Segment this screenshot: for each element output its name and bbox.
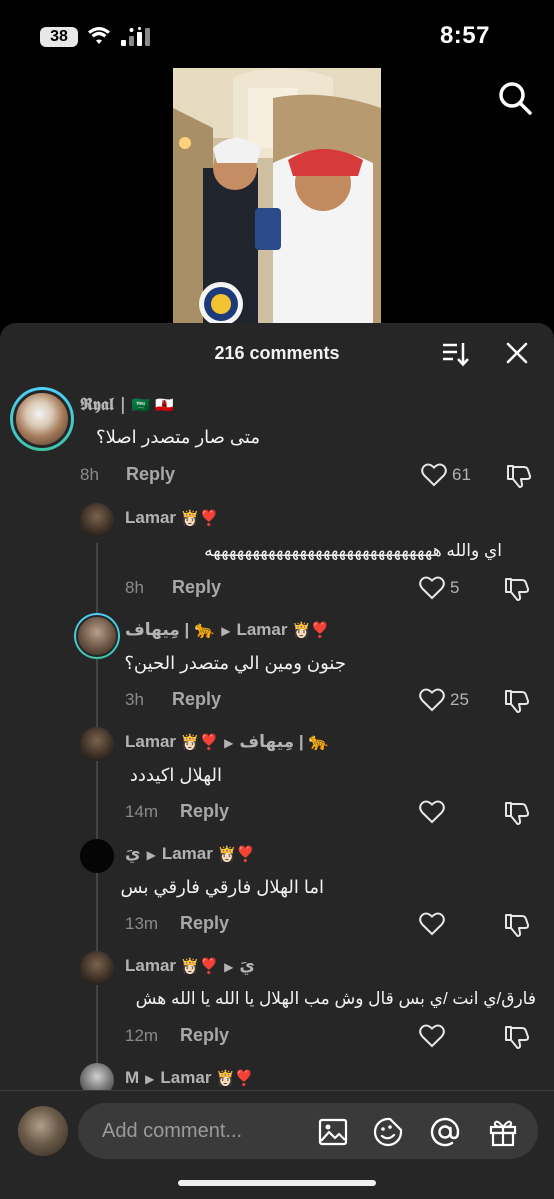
reply-arrow-icon: ▶ — [224, 736, 234, 750]
reply-to-username[interactable]: Lamar — [162, 844, 213, 863]
home-indicator[interactable] — [178, 1180, 376, 1186]
dislike-icon[interactable] — [504, 801, 530, 825]
comment-username[interactable]: يَ ▶ Lamar 👸🏻❣️ — [125, 844, 255, 864]
wifi-icon — [88, 27, 110, 44]
avatar[interactable] — [80, 503, 114, 537]
comment-text: متى صار متصدر اصلا؟ — [96, 427, 260, 447]
avatar[interactable] — [74, 613, 120, 659]
comment-text: الهلال اكيددد — [129, 765, 222, 785]
comment-username[interactable]: M ▶ Lamar 👸🏻❣️ — [125, 1068, 254, 1088]
reply-button[interactable]: Reply — [172, 577, 221, 598]
comment-item: Lamar 👸🏻❣️ اي والله هههههههههههههههههههه… — [0, 503, 554, 613]
comment-time: 14m — [125, 802, 159, 821]
sort-icon[interactable] — [441, 341, 469, 367]
comment-input-placeholder: Add comment... — [102, 1120, 243, 1142]
reply-button[interactable]: Reply — [172, 689, 221, 710]
reply-button[interactable]: Reply — [180, 1025, 229, 1046]
heart-icon[interactable] — [419, 1024, 445, 1048]
username-text: Lamar — [125, 956, 177, 975]
heart-icon[interactable] — [419, 800, 445, 824]
avatar[interactable] — [10, 387, 74, 451]
status-bar: 38 8:57 — [0, 0, 554, 70]
comment-username[interactable]: Lamar 👸🏻❣️ ▶ يَ — [125, 956, 255, 976]
battery-indicator: 38 — [40, 27, 78, 47]
like-count: 61 — [452, 465, 471, 484]
avatar[interactable] — [80, 951, 114, 985]
comment-input[interactable]: Add comment... — [78, 1103, 538, 1159]
reply-button[interactable]: Reply — [126, 464, 175, 485]
comment-time: 3h — [125, 690, 144, 709]
video-player[interactable] — [173, 68, 381, 324]
comment-text: اي والله هههههههههههههههههههههههههههههه — [204, 541, 502, 560]
user-badges: 👸🏻❣️ — [216, 1070, 254, 1087]
comment-time: 8h — [125, 578, 144, 597]
dislike-icon[interactable] — [504, 577, 530, 601]
comment-count: 216 comments — [214, 343, 340, 363]
dislike-icon[interactable] — [504, 1025, 530, 1049]
heart-icon[interactable] — [421, 463, 447, 487]
comment-username[interactable]: 𝕽𝖞𝖆𝖑 | 🇸🇦 🇬🇮 — [80, 395, 174, 415]
reply-to-username[interactable]: مِيهاف | 🐆 — [239, 732, 329, 751]
username-text: 𝕽𝖞𝖆𝖑 | — [80, 395, 126, 415]
comment-item: Lamar 👸🏻❣️ ▶ مِيهاف | 🐆 الهلال اكيددد 14m … — [0, 727, 554, 837]
reply-to-username[interactable]: Lamar — [160, 1068, 211, 1087]
user-badges: 👸🏻❣️ — [180, 510, 219, 527]
image-icon[interactable] — [318, 1117, 348, 1147]
comment-username[interactable]: Lamar 👸🏻❣️ — [125, 508, 218, 528]
reply-arrow-icon: ▶ — [146, 848, 156, 862]
comments-header: 216 comments — [0, 323, 554, 383]
user-badges: 👸🏻❣️ — [180, 958, 219, 975]
reply-arrow-icon: ▶ — [221, 624, 231, 638]
username-text: M — [125, 1068, 140, 1087]
username-text: Lamar — [125, 732, 177, 751]
comment-time: 13m — [125, 914, 159, 933]
heart-icon[interactable] — [419, 576, 445, 600]
video-frame — [173, 68, 381, 324]
comment-username[interactable]: Lamar 👸🏻❣️ ▶ مِيهاف | 🐆 — [125, 732, 330, 752]
like-count: 5 — [450, 578, 460, 597]
status-time: 8:57 — [439, 22, 490, 49]
reply-to-username[interactable]: يَ — [239, 956, 255, 975]
reply-arrow-icon: ▶ — [224, 960, 234, 974]
comment-time: 12m — [125, 1026, 159, 1045]
avatar[interactable] — [80, 727, 114, 761]
gift-icon[interactable] — [488, 1117, 518, 1147]
comment-text: اما الهلال فارقي فارقي بس — [120, 877, 324, 897]
heart-icon[interactable] — [419, 912, 445, 936]
comment-time: 8h — [80, 465, 99, 484]
reply-to-username[interactable]: Lamar — [236, 620, 287, 639]
dislike-icon[interactable] — [504, 913, 530, 937]
avatar[interactable] — [80, 839, 114, 873]
comment-username[interactable]: مِيهاف | 🐆 ▶ Lamar 👸🏻❣️ — [125, 620, 330, 640]
comment-item: Lamar 👸🏻❣️ ▶ يَ فارق/ي انت /ي بس قال وش مب… — [0, 951, 554, 1061]
reply-arrow-icon: ▶ — [145, 1072, 155, 1086]
comment-item: مِيهاف | 🐆 ▶ Lamar 👸🏻❣️ جنون ومين الي متصد… — [0, 613, 554, 725]
mention-icon[interactable] — [430, 1117, 460, 1147]
heart-icon[interactable] — [419, 688, 445, 712]
username-text: يَ — [125, 844, 141, 863]
user-badges: 👸🏻❣️ — [292, 622, 330, 639]
comment-text: جنون ومين الي متصدر الحين؟ — [124, 653, 346, 673]
dislike-icon[interactable] — [506, 464, 532, 488]
like-count: 25 — [450, 690, 469, 709]
user-badges: 👸🏻❣️ — [180, 734, 219, 751]
comments-sheet: 216 comments 𝕽𝖞𝖆𝖑 | 🇸🇦 🇬🇮 متى صار متصدر … — [0, 323, 554, 1199]
search-icon[interactable] — [497, 80, 533, 116]
comment-item: يَ ▶ Lamar 👸🏻❣️ اما الهلال فارقي فارقي بس … — [0, 839, 554, 949]
user-badges: 👸🏻❣️ — [217, 846, 255, 863]
reply-button[interactable]: Reply — [180, 801, 229, 822]
comment-item: 𝕽𝖞𝖆𝖑 | 🇸🇦 🇬🇮 متى صار متصدر اصلا؟ 8h Repl… — [0, 385, 554, 495]
close-icon[interactable] — [506, 342, 528, 364]
my-avatar[interactable] — [18, 1106, 68, 1156]
comment-text: فارق/ي انت /ي بس قال وش مب الهلال يا الل… — [135, 989, 536, 1008]
signal-icon — [121, 27, 150, 46]
reply-button[interactable]: Reply — [180, 913, 229, 934]
dislike-icon[interactable] — [504, 689, 530, 713]
flag-badges: 🇸🇦 🇬🇮 — [131, 396, 174, 414]
username-text: Lamar — [125, 508, 177, 527]
username-text: مِيهاف | 🐆 — [125, 620, 216, 639]
sticker-icon[interactable] — [373, 1117, 403, 1147]
